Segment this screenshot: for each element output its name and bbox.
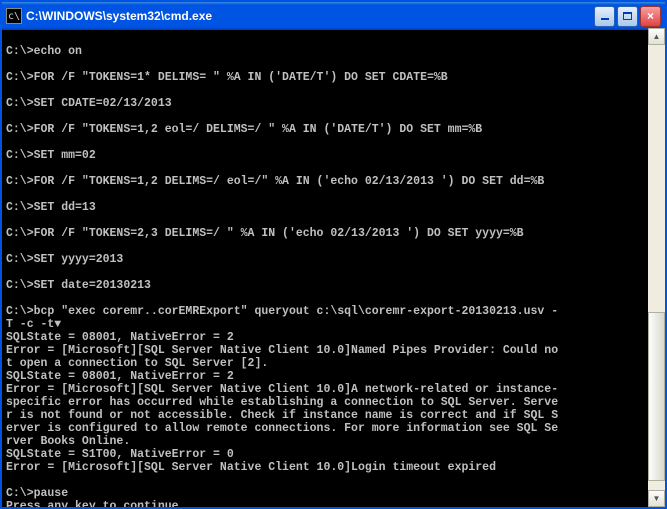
close-button[interactable]: × bbox=[640, 6, 661, 27]
maximize-icon bbox=[623, 12, 632, 20]
console-output[interactable]: C:\>echo on C:\>FOR /F "TOKENS=1* DELIMS… bbox=[2, 30, 665, 507]
window-title: C:\WINDOWS\system32\cmd.exe bbox=[26, 9, 594, 23]
vertical-scrollbar[interactable]: ▲ ▼ bbox=[648, 28, 665, 507]
scroll-thumb[interactable] bbox=[648, 312, 665, 481]
scroll-down-button[interactable]: ▼ bbox=[648, 490, 665, 507]
cmd-icon: c\ bbox=[6, 8, 22, 24]
scroll-track[interactable] bbox=[648, 45, 665, 490]
minimize-button[interactable] bbox=[594, 6, 615, 27]
minimize-icon bbox=[601, 18, 609, 20]
scroll-up-button[interactable]: ▲ bbox=[648, 28, 665, 45]
maximize-button[interactable] bbox=[617, 6, 638, 27]
close-icon: × bbox=[647, 9, 654, 23]
cmd-window: c\ C:\WINDOWS\system32\cmd.exe × C:\>ech… bbox=[0, 0, 667, 509]
titlebar[interactable]: c\ C:\WINDOWS\system32\cmd.exe × bbox=[2, 2, 665, 30]
window-controls: × bbox=[594, 6, 661, 27]
